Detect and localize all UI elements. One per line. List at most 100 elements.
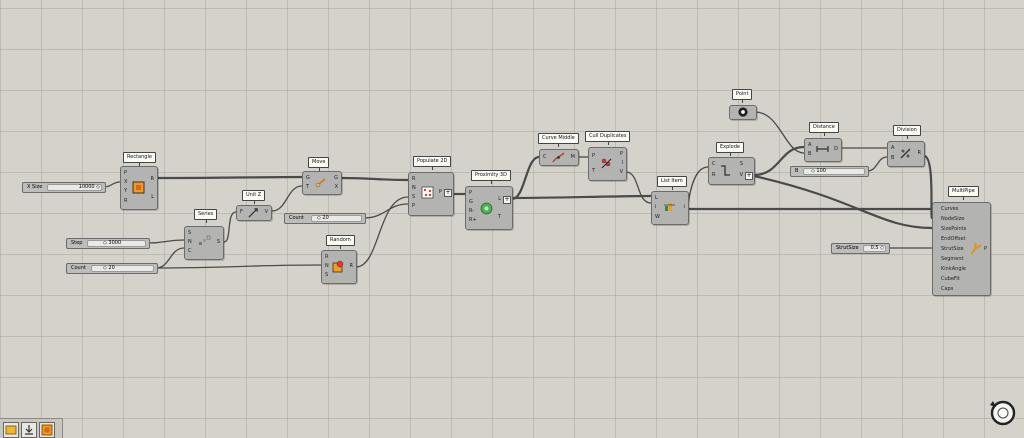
move-output-x[interactable]: X bbox=[335, 184, 338, 191]
rect-input-y[interactable]: Y bbox=[124, 188, 127, 195]
division-input-a[interactable]: A bbox=[891, 145, 894, 152]
populate-input-p[interactable]: P bbox=[412, 203, 415, 210]
populate-input-r[interactable]: R bbox=[412, 176, 415, 183]
explode-output-v[interactable]: V bbox=[740, 172, 743, 179]
navigation-compass-icon[interactable] bbox=[987, 397, 1019, 429]
curvemiddle-input-c[interactable]: C bbox=[543, 154, 547, 161]
point-component[interactable] bbox=[729, 105, 757, 120]
save-icon[interactable] bbox=[21, 422, 37, 438]
populate-output-p[interactable]: P bbox=[439, 189, 442, 196]
cull-output-p[interactable]: P bbox=[620, 151, 623, 158]
proximity-expand-button[interactable]: + bbox=[503, 196, 511, 204]
slider-count-a-track[interactable] bbox=[91, 265, 154, 272]
rect-input-p[interactable]: P bbox=[124, 170, 127, 177]
curvemiddle-output-m[interactable]: M bbox=[571, 154, 575, 161]
populate-input-n[interactable]: N bbox=[412, 185, 416, 192]
slider-step[interactable]: Step ◇ 3000 bbox=[66, 238, 150, 249]
rectangle-title: Rectangle bbox=[123, 152, 156, 166]
curve-middle-icon bbox=[552, 152, 565, 163]
curve-middle-component[interactable]: C M bbox=[539, 149, 579, 166]
distance-input-a[interactable]: A bbox=[808, 142, 811, 149]
slider-b[interactable]: B ◇ 100 bbox=[790, 166, 869, 177]
slider-count-b[interactable]: Count ◇ 20 bbox=[284, 213, 366, 224]
slider-strutsize-value: 0.5 ◇ bbox=[870, 245, 884, 251]
explode-output-s[interactable]: S bbox=[740, 161, 743, 168]
slider-count-a-value: ◇ 20 bbox=[103, 265, 115, 271]
populate-input-s[interactable]: S bbox=[412, 194, 415, 201]
cull-input-t[interactable]: T bbox=[592, 168, 595, 175]
random-input-n[interactable]: N bbox=[325, 263, 329, 270]
series-component[interactable]: S N C S bbox=[184, 226, 224, 260]
unitz-input-f[interactable]: F bbox=[240, 209, 243, 216]
random-input-r[interactable]: R bbox=[325, 254, 328, 261]
proximity-output-t[interactable]: T bbox=[498, 214, 501, 221]
series-input-n[interactable]: N bbox=[188, 239, 192, 246]
distance-component[interactable]: A B D bbox=[804, 138, 842, 162]
distance-input-b[interactable]: B bbox=[808, 151, 811, 158]
cull-input-p[interactable]: P bbox=[592, 153, 595, 160]
explode-component[interactable]: C R S V + bbox=[708, 157, 755, 185]
rect-input-x[interactable]: X bbox=[124, 179, 127, 186]
slider-count-a[interactable]: Count ◇ 20 bbox=[66, 263, 158, 274]
listitem-input-l[interactable]: L bbox=[655, 195, 658, 202]
rect-output-l[interactable]: L bbox=[151, 194, 154, 201]
proximity-input-rmin[interactable]: R- bbox=[469, 208, 474, 215]
distance-output-d[interactable]: D bbox=[834, 146, 838, 153]
series-input-s[interactable]: S bbox=[188, 230, 191, 237]
multipipe-input-curves[interactable]: Curves bbox=[941, 206, 958, 213]
slider-count-b-label: Count bbox=[289, 215, 304, 221]
rect-output-r[interactable]: R bbox=[151, 176, 154, 183]
multipipe-input-endoffset[interactable]: EndOffset bbox=[941, 236, 966, 243]
proximity-input-p[interactable]: P bbox=[469, 190, 472, 197]
list-item-component[interactable]: L i W i bbox=[651, 191, 689, 225]
series-output-s[interactable]: S bbox=[217, 239, 220, 246]
preview-icon[interactable] bbox=[39, 422, 55, 438]
slider-xsize[interactable]: X Size 10000 ◇ bbox=[22, 182, 106, 193]
explode-input-c[interactable]: C bbox=[712, 161, 716, 168]
multipipe-input-cubefit[interactable]: CubeFit bbox=[941, 276, 960, 283]
explode-input-r[interactable]: R bbox=[712, 172, 715, 179]
multipipe-input-kinkangle[interactable]: KinkAngle bbox=[941, 266, 966, 273]
rect-input-r[interactable]: R bbox=[124, 198, 127, 205]
move-input-g[interactable]: G bbox=[306, 175, 310, 182]
bake-icon[interactable] bbox=[3, 422, 19, 438]
random-component[interactable]: R N S R bbox=[321, 250, 357, 284]
move-output-g[interactable]: G bbox=[334, 175, 338, 182]
wire-division-multipipe bbox=[923, 154, 934, 220]
populate-expand-button[interactable]: + bbox=[444, 189, 452, 197]
division-component[interactable]: A B R bbox=[887, 141, 925, 167]
listitem-input-i[interactable]: i bbox=[655, 204, 656, 211]
grasshopper-canvas[interactable]: X Size 10000 ◇ Rectangle P X Y R R L Ste… bbox=[0, 0, 1024, 438]
listitem-output-i[interactable]: i bbox=[684, 204, 685, 211]
proximity-3d-component[interactable]: P G R- R+ L T + bbox=[465, 186, 513, 230]
multipipe-input-sizepoints[interactable]: SizePoints bbox=[941, 226, 966, 233]
cull-output-i[interactable]: I bbox=[622, 160, 623, 167]
move-component[interactable]: G T G X bbox=[302, 171, 342, 195]
populate-2d-component[interactable]: R N S P P + bbox=[408, 172, 454, 216]
slider-strutsize[interactable]: StrutSize 0.5 ◇ bbox=[831, 243, 890, 254]
series-input-c[interactable]: C bbox=[188, 248, 192, 255]
division-input-b[interactable]: B bbox=[891, 155, 894, 162]
multipipe-input-segment[interactable]: Segment bbox=[941, 256, 964, 263]
explode-expand-button[interactable]: + bbox=[745, 172, 753, 180]
proximity-icon bbox=[480, 202, 493, 215]
multipipe-input-strutsize[interactable]: StrutSize bbox=[941, 246, 964, 253]
rectangle-component[interactable]: P X Y R R L bbox=[120, 166, 158, 210]
multipipe-input-caps[interactable]: Caps bbox=[941, 286, 953, 293]
move-input-t[interactable]: T bbox=[306, 184, 309, 191]
random-output-r[interactable]: R bbox=[350, 263, 353, 270]
multipipe-input-nodesize[interactable]: NodeSize bbox=[941, 216, 964, 223]
proximity-output-l[interactable]: L bbox=[498, 196, 501, 203]
multipipe-output-p[interactable]: P bbox=[984, 246, 987, 253]
cull-output-v[interactable]: V bbox=[620, 169, 623, 176]
random-input-s[interactable]: S bbox=[325, 272, 328, 279]
unitz-output-v[interactable]: V bbox=[265, 209, 268, 216]
unitz-component[interactable]: F V bbox=[236, 205, 272, 221]
multipipe-component[interactable]: Curves NodeSize SizePoints EndOffset Str… bbox=[932, 202, 991, 296]
proximity-input-rmax[interactable]: R+ bbox=[469, 217, 477, 224]
division-output-r[interactable]: R bbox=[918, 150, 921, 157]
listitem-input-w[interactable]: W bbox=[655, 214, 660, 221]
proximity-input-g[interactable]: G bbox=[469, 199, 473, 206]
cull-duplicates-component[interactable]: P T P I V bbox=[588, 147, 627, 181]
wire-step-series bbox=[147, 239, 185, 244]
